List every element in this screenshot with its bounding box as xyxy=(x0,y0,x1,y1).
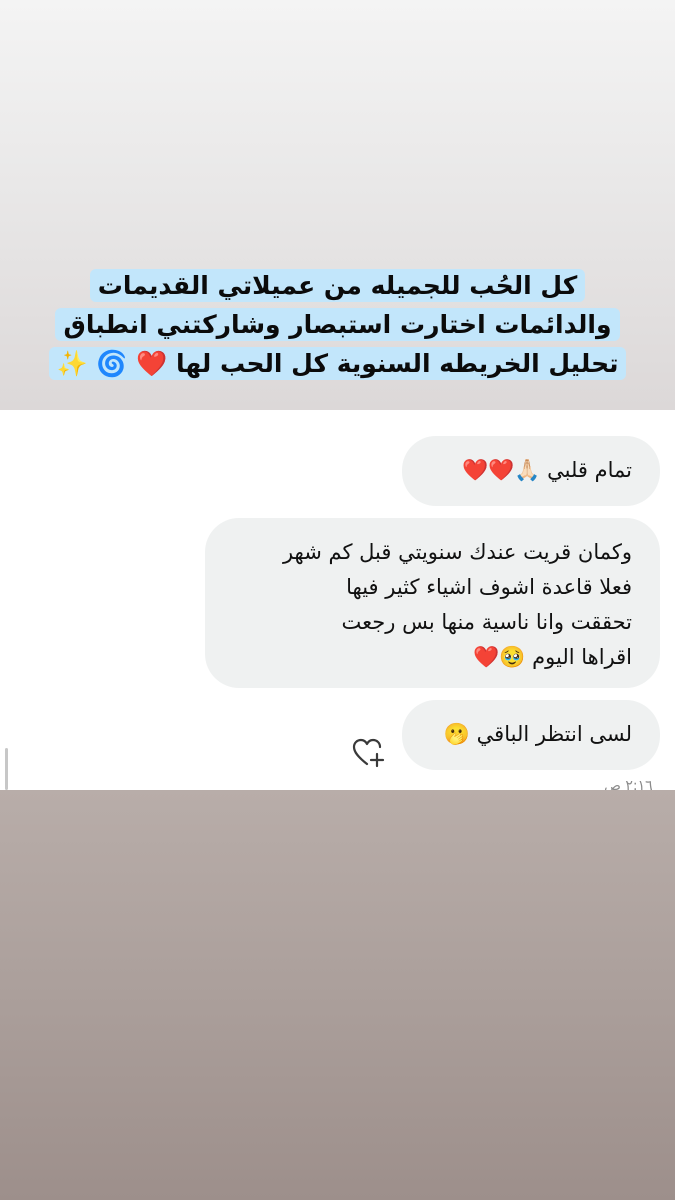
message-text: اقراها اليوم 🥹❤️ xyxy=(473,645,632,669)
message-text: تمام قلبي 🙏🏻❤️❤️ xyxy=(461,458,632,482)
caption-line-1: كل الحُب للجميله من عميلاتي القديمات xyxy=(89,269,586,302)
caption-line-2: والدائمات اختارت استبصار وشاركتني انطباق xyxy=(55,308,620,341)
chat-screenshot: تمام قلبي 🙏🏻❤️❤️ وكمان قريت عندك سنويتي … xyxy=(0,410,675,790)
message-text: فعلا قاعدة اشوف اشياء كثير فيها xyxy=(346,575,632,599)
caption-line-3: تحليل الخريطه السنوية كل الحب لها ❤️ 🌀 ✨ xyxy=(48,347,627,380)
message-bubble: وكمان قريت عندك سنويتي قبل كم شهر فعلا ق… xyxy=(205,518,660,688)
story-bottom-background xyxy=(0,790,675,1200)
message-text: لسى انتظر الباقي 🫢 xyxy=(443,722,632,746)
message-bubble: لسى انتظر الباقي 🫢 xyxy=(402,700,660,770)
message-text: تحققت وانا ناسية منها بس رجعت xyxy=(341,610,632,634)
story-caption: كل الحُب للجميله من عميلاتي القديمات وال… xyxy=(0,268,675,385)
message-bubble: تمام قلبي 🙏🏻❤️❤️ xyxy=(402,436,660,506)
message-text: وكمان قريت عندك سنويتي قبل كم شهر xyxy=(282,540,632,564)
heart-plus-icon[interactable] xyxy=(352,738,386,768)
scrollbar[interactable] xyxy=(5,748,8,790)
message-timestamp: ٢:١٦ ص xyxy=(604,778,653,790)
